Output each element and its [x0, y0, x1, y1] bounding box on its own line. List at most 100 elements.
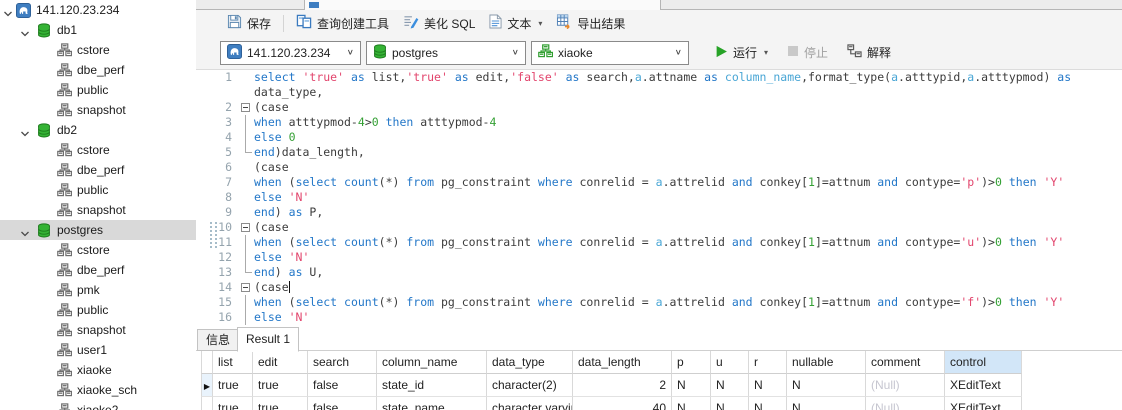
cell-nullable[interactable]: N: [787, 397, 866, 410]
column-header-search[interactable]: search: [308, 351, 377, 374]
tree-item-snapshot[interactable]: snapshot: [0, 320, 196, 340]
fold-marker: [240, 205, 253, 220]
cell-p[interactable]: N: [672, 374, 711, 397]
tree-item-label: xiaoke: [77, 360, 112, 380]
tree-item-dbe_perf[interactable]: dbe_perf: [0, 160, 196, 180]
tree-item-xiaoke2[interactable]: xiaoke2: [0, 400, 196, 410]
caret-down-icon[interactable]: ▾: [538, 19, 542, 28]
toolbar-button-美化 SQL[interactable]: 美化 SQL: [396, 12, 482, 34]
cell-edit[interactable]: true: [253, 374, 308, 397]
query-tab-partial[interactable]: [304, 0, 661, 10]
cell-data_length[interactable]: 2: [573, 374, 672, 397]
database-select[interactable]: postgres ∨: [366, 41, 526, 65]
sql-editor[interactable]: 1select 'true' as list,'true' as edit,'f…: [196, 70, 1122, 326]
column-header-r[interactable]: r: [749, 351, 787, 374]
cell-u[interactable]: N: [711, 397, 749, 410]
tree-item-user1[interactable]: user1: [0, 340, 196, 360]
chevron-down-icon: ∨: [675, 48, 682, 57]
cell-r[interactable]: N: [749, 374, 787, 397]
cell-data_type[interactable]: character varying(40): [487, 397, 573, 410]
column-header-column_name[interactable]: column_name: [377, 351, 487, 374]
cell-control[interactable]: XEditText: [945, 374, 1022, 397]
cell-list[interactable]: true: [213, 374, 253, 397]
schema-icon: [57, 163, 73, 178]
database-icon: [37, 23, 53, 38]
column-header-u[interactable]: u: [711, 351, 749, 374]
chevron-expanded-icon[interactable]: [3, 5, 14, 16]
chevron-expanded-icon[interactable]: [20, 225, 31, 236]
toolbar-button-导出结果[interactable]: 导出结果: [549, 12, 632, 34]
cell-data_type[interactable]: character(2): [487, 374, 573, 397]
chevron-expanded-icon[interactable]: [20, 25, 31, 36]
cell-p[interactable]: N: [672, 397, 711, 410]
explain-label: 解释: [867, 44, 891, 61]
tree-item-snapshot[interactable]: snapshot: [0, 100, 196, 120]
connection-select[interactable]: 141.120.23.234 ∨: [220, 41, 361, 65]
line-number: 16: [196, 310, 232, 325]
cell-comment[interactable]: (Null): [866, 397, 945, 410]
tab-result-1[interactable]: Result 1: [237, 327, 299, 352]
column-header-data_type[interactable]: data_type: [487, 351, 573, 374]
cell-control[interactable]: XEditText: [945, 397, 1022, 410]
toolbar-button-文本[interactable]: 文本▾: [482, 12, 549, 34]
code-text: when (select count(*) from pg_constraint…: [254, 175, 1064, 190]
tree-item-dbe_perf[interactable]: dbe_perf: [0, 260, 196, 280]
chevron-expanded-icon[interactable]: [20, 125, 31, 136]
tree-item-xiaoke_sch[interactable]: xiaoke_sch: [0, 380, 196, 400]
column-header-p[interactable]: p: [672, 351, 711, 374]
postgres-connection-icon: [16, 3, 32, 18]
explain-button[interactable]: 解释: [840, 42, 898, 64]
table-row-state_id[interactable]: ▶truetruefalsestate_idcharacter(2)2NNNN(…: [201, 374, 1122, 397]
cell-data_length[interactable]: 40: [573, 397, 672, 410]
cell-comment[interactable]: (Null): [866, 374, 945, 397]
schema-select[interactable]: xiaoke ∨: [531, 41, 689, 65]
column-header-control[interactable]: control: [945, 351, 1022, 374]
tree-item-cstore[interactable]: cstore: [0, 40, 196, 60]
cell-list[interactable]: true: [213, 397, 253, 410]
tab-messages[interactable]: 信息: [197, 329, 239, 351]
column-header-list[interactable]: list: [213, 351, 253, 374]
column-header-edit[interactable]: edit: [253, 351, 308, 374]
tree-item-postgres[interactable]: postgres: [0, 220, 196, 240]
tree-item-xiaoke[interactable]: xiaoke: [0, 360, 196, 380]
tree-item-cstore[interactable]: cstore: [0, 240, 196, 260]
cell-nullable[interactable]: N: [787, 374, 866, 397]
toolbar-button-查询创建工具[interactable]: 查询创建工具: [289, 12, 396, 34]
column-header-comment[interactable]: comment: [866, 351, 945, 374]
tree-item-db2[interactable]: db2: [0, 120, 196, 140]
tree-item-dbe_perf[interactable]: dbe_perf: [0, 60, 196, 80]
run-button[interactable]: 运行 ▾: [708, 42, 775, 64]
schema-icon: [57, 183, 73, 198]
tree-item-141.120.23.234[interactable]: 141.120.23.234: [0, 0, 196, 20]
app-window: 141.120.23.234db1cstoredbe_perfpublicsna…: [0, 0, 1122, 410]
cell-column_name[interactable]: state_name: [377, 397, 487, 410]
cell-edit[interactable]: true: [253, 397, 308, 410]
fold-marker: [240, 295, 253, 310]
fold-marker[interactable]: [240, 280, 253, 295]
toolbar-button-保存[interactable]: 保存: [220, 12, 278, 34]
tree-item-public[interactable]: public: [0, 300, 196, 320]
tree-item-cstore[interactable]: cstore: [0, 140, 196, 160]
schema-icon: [57, 43, 73, 58]
cell-column_name[interactable]: state_id: [377, 374, 487, 397]
schema-icon: [57, 323, 73, 338]
tree-item-public[interactable]: public: [0, 80, 196, 100]
tree-item-db1[interactable]: db1: [0, 20, 196, 40]
cell-search[interactable]: false: [308, 374, 377, 397]
cell-search[interactable]: false: [308, 397, 377, 410]
fold-marker: [240, 175, 253, 190]
cell-r[interactable]: N: [749, 397, 787, 410]
line-number: 3: [196, 115, 232, 130]
table-row-state_name[interactable]: truetruefalsestate_namecharacter varying…: [201, 397, 1122, 410]
line-number: 9: [196, 205, 232, 220]
fold-marker[interactable]: [240, 220, 253, 235]
fold-marker[interactable]: [240, 100, 253, 115]
code-text: when atttypmod-4>0 then atttypmod-4: [254, 115, 496, 130]
column-header-data_length[interactable]: data_length: [573, 351, 672, 374]
tree-item-pmk[interactable]: pmk: [0, 280, 196, 300]
schema-icon: [57, 83, 73, 98]
tree-item-snapshot[interactable]: snapshot: [0, 200, 196, 220]
column-header-nullable[interactable]: nullable: [787, 351, 866, 374]
cell-u[interactable]: N: [711, 374, 749, 397]
tree-item-public[interactable]: public: [0, 180, 196, 200]
